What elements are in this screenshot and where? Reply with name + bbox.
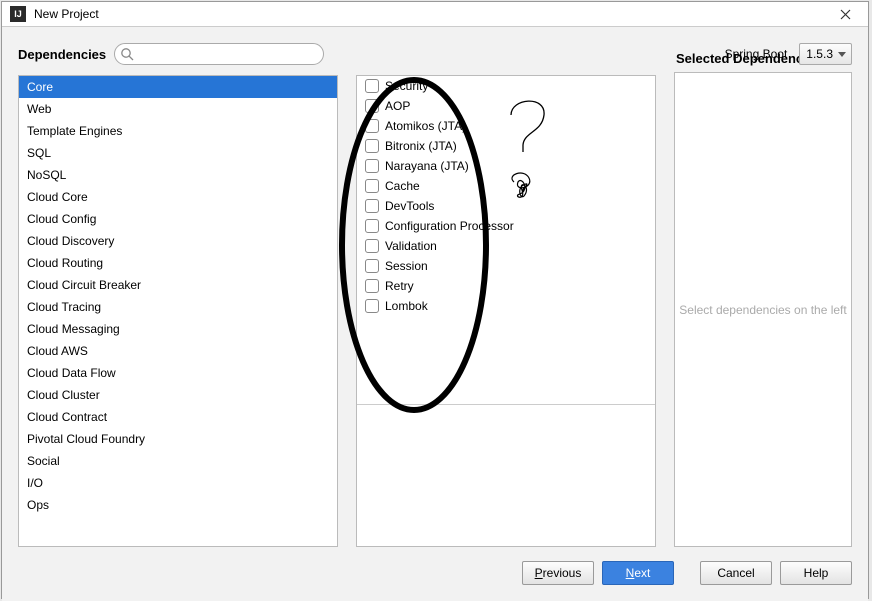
dialog-footer: Previous Next Cancel Help	[18, 547, 852, 585]
checkbox[interactable]	[365, 259, 379, 273]
search-input[interactable]	[114, 43, 324, 65]
dependency-label: DevTools	[385, 199, 434, 213]
checkbox[interactable]	[365, 299, 379, 313]
checkbox[interactable]	[365, 139, 379, 153]
cancel-button[interactable]: Cancel	[700, 561, 772, 585]
category-item[interactable]: Ops	[19, 494, 337, 516]
category-list[interactable]: CoreWebTemplate EnginesSQLNoSQLCloud Cor…	[18, 75, 338, 547]
dependency-label: Bitronix (JTA)	[385, 139, 457, 153]
previous-button[interactable]: Previous	[522, 561, 594, 585]
dependency-item[interactable]: Session	[357, 256, 655, 276]
dependency-label: Configuration Processor	[385, 219, 514, 233]
dialog-content: Dependencies Spring Boot 1.5.3 CoreWebTe…	[2, 27, 868, 601]
category-item[interactable]: Cloud Core	[19, 186, 337, 208]
category-item[interactable]: Cloud Config	[19, 208, 337, 230]
dependency-label: AOP	[385, 99, 410, 113]
category-item[interactable]: Core	[19, 76, 337, 98]
dependency-item[interactable]: Security	[357, 76, 655, 96]
checkbox[interactable]	[365, 219, 379, 233]
checkbox[interactable]	[365, 79, 379, 93]
category-item[interactable]: Cloud Messaging	[19, 318, 337, 340]
dependency-item[interactable]: Lombok	[357, 296, 655, 316]
next-button[interactable]: Next	[602, 561, 674, 585]
checkbox[interactable]	[365, 199, 379, 213]
previous-label-rest: revious	[543, 566, 582, 580]
category-item[interactable]: Cloud Circuit Breaker	[19, 274, 337, 296]
dependency-label: Cache	[385, 179, 420, 193]
selected-placeholder: Select dependencies on the left	[679, 303, 846, 317]
category-item[interactable]: NoSQL	[19, 164, 337, 186]
search-wrap	[114, 43, 324, 65]
category-item[interactable]: I/O	[19, 472, 337, 494]
search-icon	[120, 47, 134, 61]
spring-boot-version-value: 1.5.3	[806, 47, 833, 61]
checkbox[interactable]	[365, 179, 379, 193]
checkbox[interactable]	[365, 279, 379, 293]
dependency-item[interactable]: DevTools	[357, 196, 655, 216]
category-item[interactable]: Web	[19, 98, 337, 120]
category-item[interactable]: Cloud Cluster	[19, 384, 337, 406]
dependency-item[interactable]: Validation	[357, 236, 655, 256]
dependency-item[interactable]: Atomikos (JTA)	[357, 116, 655, 136]
selected-block: Selected Dependencies Select dependencie…	[674, 45, 852, 547]
dialog-window: IJ New Project Dependencies Spring Boot …	[1, 1, 869, 599]
dependency-list[interactable]: Security AOP Atomikos (JTA) Bitronix (JTA) N…	[356, 75, 656, 547]
dependency-item[interactable]: Retry	[357, 276, 655, 296]
category-item[interactable]: Pivotal Cloud Foundry	[19, 428, 337, 450]
dependency-label: Lombok	[385, 299, 428, 313]
dependency-item[interactable]: Configuration Processor	[357, 216, 655, 236]
dependency-item[interactable]: AOP	[357, 96, 655, 116]
checkbox[interactable]	[365, 239, 379, 253]
category-item[interactable]: Social	[19, 450, 337, 472]
selected-dependencies-panel: Select dependencies on the left	[674, 72, 852, 547]
dependency-label: Atomikos (JTA)	[385, 119, 466, 133]
dependency-label: Session	[385, 259, 428, 273]
dependency-item[interactable]: Bitronix (JTA)	[357, 136, 655, 156]
dependency-label: Security	[385, 79, 428, 93]
checkbox[interactable]	[365, 99, 379, 113]
checkbox[interactable]	[365, 119, 379, 133]
category-item[interactable]: SQL	[19, 142, 337, 164]
window-title: New Project	[34, 7, 830, 21]
category-item[interactable]: Cloud Discovery	[19, 230, 337, 252]
next-label-rest: ext	[634, 566, 650, 580]
close-button[interactable]	[830, 2, 860, 26]
previous-label-u: P	[535, 566, 543, 580]
dependency-label: Retry	[385, 279, 414, 293]
app-icon: IJ	[10, 6, 26, 22]
dependency-label: Validation	[385, 239, 437, 253]
help-button[interactable]: Help	[780, 561, 852, 585]
category-item[interactable]: Cloud Contract	[19, 406, 337, 428]
category-item[interactable]: Cloud Data Flow	[19, 362, 337, 384]
category-item[interactable]: Template Engines	[19, 120, 337, 142]
dependency-label: Narayana (JTA)	[385, 159, 469, 173]
category-item[interactable]: Cloud Tracing	[19, 296, 337, 318]
dependency-item[interactable]: Narayana (JTA)	[357, 156, 655, 176]
spring-boot-version-select[interactable]: 1.5.3	[799, 43, 852, 65]
dependencies-label: Dependencies	[18, 47, 106, 62]
close-icon	[840, 9, 851, 20]
panel-divider	[357, 404, 655, 405]
dependency-item[interactable]: Cache	[357, 176, 655, 196]
panels: CoreWebTemplate EnginesSQLNoSQLCloud Cor…	[18, 75, 852, 547]
titlebar: IJ New Project	[2, 2, 868, 27]
category-item[interactable]: Cloud Routing	[19, 252, 337, 274]
category-item[interactable]: Cloud AWS	[19, 340, 337, 362]
checkbox[interactable]	[365, 159, 379, 173]
